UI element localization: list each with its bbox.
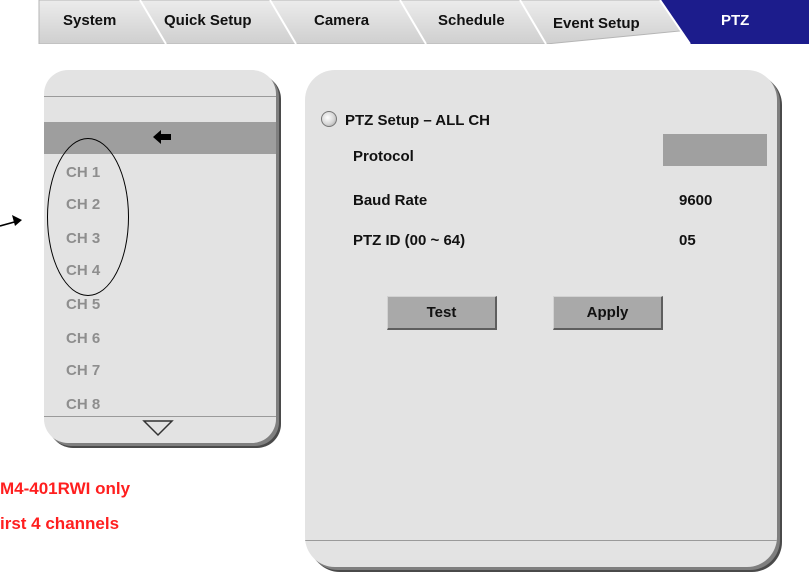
- annotation-ellipse: [47, 138, 129, 296]
- baud-rate-value[interactable]: 9600: [679, 192, 712, 209]
- tab-quick-setup[interactable]: Quick Setup: [164, 12, 252, 29]
- ptz-setup-panel: PTZ Setup – ALL CH Protocol Baud Rate 96…: [305, 70, 777, 567]
- divider: [44, 96, 276, 97]
- protocol-select[interactable]: [663, 134, 767, 166]
- tab-schedule[interactable]: Schedule: [438, 12, 505, 29]
- protocol-label: Protocol: [353, 148, 414, 165]
- tab-bar-graphics: [38, 0, 809, 44]
- channel-item-7[interactable]: CH 7: [66, 362, 100, 379]
- channel-item-8[interactable]: CH 8: [66, 396, 100, 413]
- panel-title: PTZ Setup – ALL CH: [345, 112, 491, 129]
- divider: [305, 540, 777, 541]
- note-line-1: M4-401RWI only: [0, 479, 131, 498]
- baud-rate-label: Baud Rate: [353, 192, 428, 209]
- channel-item-6[interactable]: CH 6: [66, 330, 100, 347]
- triangle-down-icon[interactable]: [142, 419, 174, 437]
- test-button[interactable]: Test: [387, 296, 497, 330]
- ptz-id-value[interactable]: 05: [679, 232, 696, 249]
- apply-button[interactable]: Apply: [553, 296, 663, 330]
- tab-bar: System Quick Setup Camera Schedule Event…: [0, 0, 809, 44]
- channel-item-5[interactable]: CH 5: [66, 296, 100, 313]
- tab-system[interactable]: System: [63, 12, 116, 29]
- radio-button[interactable]: [321, 111, 337, 127]
- tab-camera[interactable]: Camera: [314, 12, 369, 29]
- divider: [44, 416, 276, 417]
- tab-ptz[interactable]: PTZ: [721, 12, 749, 29]
- arrow-left-icon[interactable]: [153, 128, 171, 146]
- ptz-id-label: PTZ ID (00 ~ 64): [353, 232, 466, 249]
- annotation-arrow-icon: [0, 215, 22, 227]
- note-line-2: irst 4 channels: [0, 514, 120, 533]
- tab-event-setup[interactable]: Event Setup: [553, 15, 640, 32]
